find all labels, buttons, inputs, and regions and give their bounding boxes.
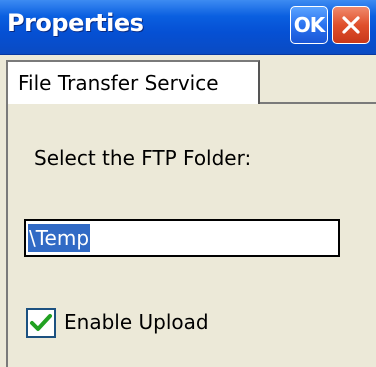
close-icon bbox=[342, 16, 360, 34]
title-bar: Properties OK bbox=[0, 0, 376, 55]
close-button[interactable] bbox=[332, 6, 370, 44]
tab-label: File Transfer Service bbox=[18, 71, 219, 95]
checkmark-icon bbox=[30, 314, 52, 331]
tab-file-transfer-service[interactable]: File Transfer Service bbox=[6, 60, 260, 104]
tab-panel-border bbox=[6, 104, 8, 367]
enable-upload-checkbox[interactable] bbox=[26, 308, 56, 338]
ftp-folder-value: \Temp bbox=[28, 224, 91, 252]
properties-window: Properties OK File Transfer Service Sele… bbox=[0, 0, 376, 367]
enable-upload-label[interactable]: Enable Upload bbox=[64, 310, 209, 334]
ok-button[interactable]: OK bbox=[290, 6, 328, 44]
ftp-folder-input[interactable]: \Temp bbox=[24, 219, 340, 257]
window-title: Properties bbox=[7, 9, 144, 37]
ok-button-label: OK bbox=[293, 13, 325, 37]
ftp-folder-prompt: Select the FTP Folder: bbox=[34, 146, 252, 170]
